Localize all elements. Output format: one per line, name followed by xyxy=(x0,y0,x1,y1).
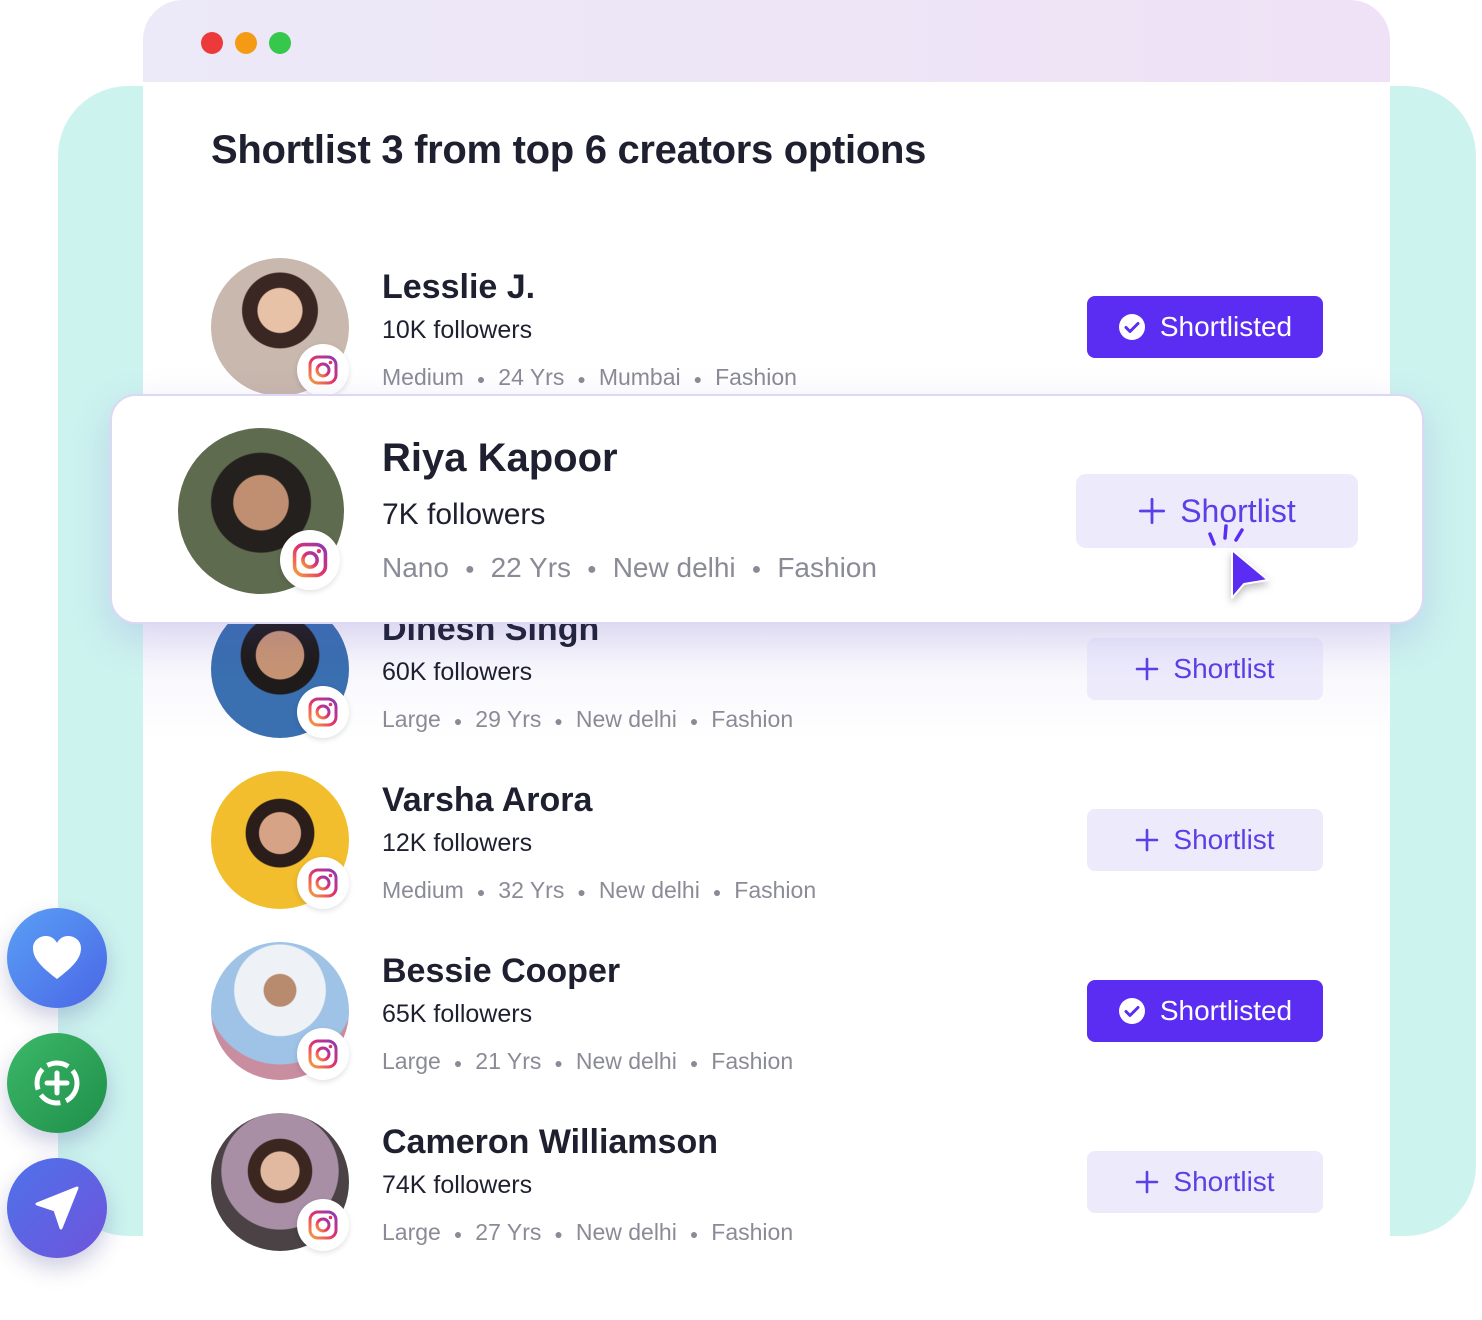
meta-separator: ● xyxy=(577,370,586,387)
button-label: Shortlist xyxy=(1173,653,1275,684)
meta-separator: ● xyxy=(554,712,563,729)
creator-row: Varsha Arora 12K followers Medium ● 32 Yrs… xyxy=(211,771,1323,911)
plus-icon xyxy=(1136,828,1159,852)
creator-followers: 74K followers xyxy=(382,1171,533,1199)
instagram-icon xyxy=(297,857,349,909)
instagram-icon xyxy=(297,1199,349,1251)
creator-city: New delhi xyxy=(575,1219,677,1245)
meta-separator: ● xyxy=(453,1225,463,1242)
window-minimize-button[interactable] xyxy=(235,32,257,54)
creator-meta: Medium ● 32 Yrs ● New delhi ● Fashion xyxy=(382,877,816,904)
meta-separator: ● xyxy=(712,883,722,900)
creator-tier: Medium xyxy=(382,364,464,390)
creator-name[interactable]: Varsha Arora xyxy=(382,781,592,820)
creator-meta: Large ● 27 Yrs ● New delhi ● Fashion xyxy=(382,1219,793,1246)
creator-category: Fashion xyxy=(777,552,877,583)
meta-separator: ● xyxy=(577,883,586,900)
creator-city: New delhi xyxy=(598,877,700,903)
favorite-button[interactable] xyxy=(7,908,107,1008)
creator-age: 24 Yrs xyxy=(498,364,565,390)
creator-followers: 65K followers xyxy=(382,1000,533,1028)
creator-age: 32 Yrs xyxy=(498,877,565,903)
creator-tier: Large xyxy=(382,706,441,732)
creator-category: Fashion xyxy=(711,1048,794,1074)
creator-tier: Medium xyxy=(382,877,464,903)
creator-followers: 60K followers xyxy=(382,658,533,686)
instagram-icon xyxy=(297,686,349,738)
creator-name[interactable]: Bessie Cooper xyxy=(382,952,620,991)
instagram-icon xyxy=(280,530,340,590)
creator-name[interactable]: Riya Kapoor xyxy=(382,436,618,481)
creator-meta: Nano ● 22 Yrs ● New delhi ● Fashion xyxy=(382,552,877,584)
creator-name[interactable]: Cameron Williamson xyxy=(382,1123,718,1162)
meta-separator: ● xyxy=(476,883,486,900)
creator-category: Fashion xyxy=(711,706,794,732)
shortlisted-button[interactable]: Shortlisted xyxy=(1087,980,1323,1042)
shortlist-button[interactable]: Shortlist xyxy=(1087,1151,1323,1213)
creator-age: 27 Yrs xyxy=(475,1219,542,1245)
meta-separator: ● xyxy=(693,370,703,387)
meta-separator: ● xyxy=(689,1054,699,1071)
shortlisted-button[interactable]: Shortlisted xyxy=(1087,296,1323,358)
button-label: Shortlisted xyxy=(1159,311,1293,342)
button-label: Shortlist xyxy=(1173,1166,1275,1197)
meta-separator: ● xyxy=(587,560,597,578)
add-creator-button[interactable] xyxy=(7,1033,107,1133)
check-circle-icon xyxy=(1118,314,1145,340)
window-close-button[interactable] xyxy=(201,32,223,54)
creator-row: Bessie Cooper 65K followers Large ● 21 Yrs… xyxy=(211,942,1323,1082)
creator-age: 29 Yrs xyxy=(475,706,542,732)
meta-separator: ● xyxy=(476,370,486,387)
meta-separator: ● xyxy=(554,1225,563,1242)
heart-icon xyxy=(33,936,81,979)
add-circle-icon xyxy=(34,1060,80,1106)
send-button[interactable] xyxy=(7,1158,107,1258)
creator-followers: 10K followers xyxy=(382,316,533,344)
creator-tier: Large xyxy=(382,1048,441,1074)
mouse-cursor-icon xyxy=(1208,524,1269,599)
window-maximize-button[interactable] xyxy=(269,32,291,54)
creator-meta: Large ● 21 Yrs ● New delhi ● Fashion xyxy=(382,1048,793,1075)
creator-category: Fashion xyxy=(734,877,817,903)
creator-name[interactable]: Lesslie J. xyxy=(382,268,535,307)
plus-icon xyxy=(1136,657,1159,681)
creator-city: New delhi xyxy=(575,706,677,732)
meta-separator: ● xyxy=(464,560,475,578)
browser-window: Shortlist 3 from top 6 creators options … xyxy=(143,0,1390,1320)
creator-meta: Large ● 29 Yrs ● New delhi ● Fashion xyxy=(382,706,793,733)
meta-separator: ● xyxy=(554,1054,563,1071)
check-circle-icon xyxy=(1118,998,1145,1024)
window-titlebar xyxy=(143,0,1390,82)
creator-meta: Medium ● 24 Yrs ● Mumbai ● Fashion xyxy=(382,364,797,391)
shortlist-button[interactable]: Shortlist xyxy=(1087,809,1323,871)
instagram-icon xyxy=(297,1028,349,1080)
creator-age: 21 Yrs xyxy=(475,1048,542,1074)
creator-city: Mumbai xyxy=(598,364,681,390)
meta-separator: ● xyxy=(689,1225,699,1242)
creator-followers: 12K followers xyxy=(382,829,533,857)
creator-category: Fashion xyxy=(711,1219,794,1245)
plus-icon xyxy=(1139,497,1166,525)
creator-city: New delhi xyxy=(575,1048,677,1074)
creator-row: Cameron Williamson 74K followers Large ● 2… xyxy=(211,1113,1323,1253)
send-icon xyxy=(35,1186,79,1230)
creator-city: New delhi xyxy=(612,552,736,583)
page-title: Shortlist 3 from top 6 creators options xyxy=(211,128,927,172)
meta-separator: ● xyxy=(453,712,463,729)
meta-separator: ● xyxy=(453,1054,463,1071)
creator-category: Fashion xyxy=(715,364,797,390)
instagram-icon xyxy=(297,344,349,396)
creator-row: Lesslie J. 10K followers Medium ● 24 Yrs ● M… xyxy=(211,258,1323,398)
creator-age: 22 Yrs xyxy=(490,552,572,583)
button-label: Shortlist xyxy=(1173,824,1275,855)
button-label: Shortlisted xyxy=(1159,995,1293,1026)
plus-icon xyxy=(1136,1170,1159,1194)
creator-tier: Large xyxy=(382,1219,441,1245)
meta-separator: ● xyxy=(689,712,699,729)
creator-tier: Nano xyxy=(382,552,449,583)
creator-followers: 7K followers xyxy=(382,498,546,531)
meta-separator: ● xyxy=(751,560,762,578)
shortlist-button[interactable]: Shortlist xyxy=(1087,638,1323,700)
